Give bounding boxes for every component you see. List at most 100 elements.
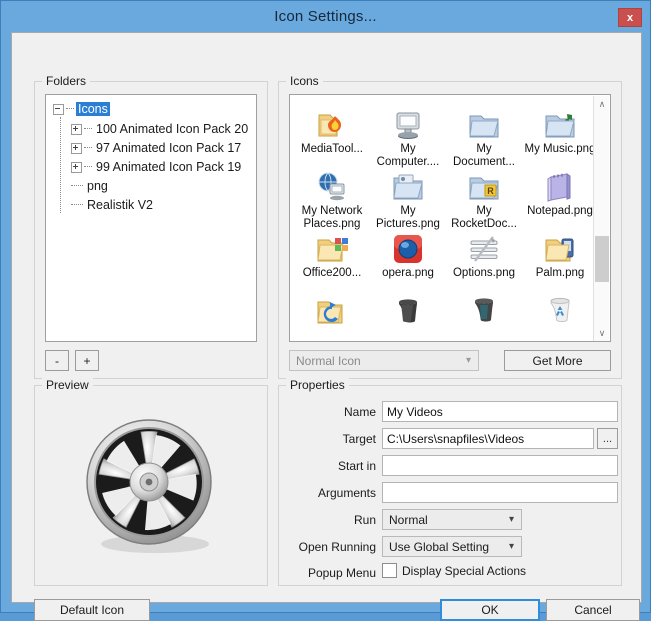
chevron-down-icon: ▾ (508, 541, 514, 552)
preview-area (35, 386, 267, 585)
folder-pictures-icon (370, 161, 446, 203)
icon-item[interactable]: My Document... (446, 99, 522, 169)
icon-settings-window: Icon Settings... x Folders Icons 100 Ani… (0, 0, 651, 621)
icons-group: Icons MediaTool... My Computer.... My Do… (278, 74, 622, 379)
expand-icon[interactable] (71, 142, 82, 154)
start-in-field[interactable] (382, 455, 618, 476)
icon-item[interactable] (294, 285, 370, 329)
icon-item[interactable] (370, 285, 446, 329)
icon-type-select[interactable]: Normal Icon ▾ (289, 350, 479, 371)
close-icon[interactable]: x (618, 8, 642, 27)
run-value: Normal (389, 512, 428, 527)
ok-button[interactable]: OK (440, 599, 540, 621)
preview-group: Preview (34, 378, 268, 586)
tree-item-pack-100[interactable]: 100 Animated Icon Pack 20 (71, 120, 250, 138)
folder-actions: - + (45, 350, 99, 371)
scroll-down-icon[interactable]: ∨ (594, 325, 610, 341)
tree-item-label: Icons (76, 102, 110, 116)
icon-caption: Office200... (302, 267, 362, 279)
icon-item[interactable]: opera.png (370, 223, 446, 280)
collapse-icon[interactable] (53, 103, 64, 115)
tree-item-pack-97[interactable]: 97 Animated Icon Pack 17 (71, 139, 243, 157)
folder-music-icon (522, 99, 598, 141)
popup-menu-label: Popup Menu (307, 566, 376, 580)
icon-item[interactable] (446, 285, 522, 329)
tree-dash (66, 108, 74, 110)
folder-office-icon (294, 223, 370, 265)
tree-item-label: png (87, 179, 108, 193)
tree-item-pack-99[interactable]: 99 Animated Icon Pack 19 (71, 158, 243, 176)
chevron-down-icon: ▾ (508, 514, 514, 525)
default-icon-button[interactable]: Default Icon (34, 599, 150, 621)
target-label: Target (342, 432, 376, 446)
icon-list[interactable]: MediaTool... My Computer.... My Document… (289, 94, 611, 342)
trash-dark-icon (446, 285, 522, 327)
properties-group: Properties Name My Videos Target C:\User… (278, 378, 622, 586)
folder-tree[interactable]: Icons 100 Animated Icon Pack 20 97 Anima… (45, 94, 257, 342)
arguments-field[interactable] (382, 482, 618, 503)
icon-item[interactable]: My Network Places.png (294, 161, 370, 231)
icons-scrollbar[interactable]: ∧ ∨ (593, 96, 610, 341)
folders-group-label: Folders (42, 74, 91, 88)
folder-rocketdock-icon: R (446, 161, 522, 203)
icon-caption: Options.png (452, 267, 515, 279)
window-title: Icon Settings... (274, 8, 377, 25)
icon-type-value: Normal Icon (296, 353, 361, 368)
tree-item-png[interactable]: png (71, 177, 110, 195)
name-field[interactable]: My Videos (382, 401, 618, 422)
network-globe-icon (294, 161, 370, 203)
scrollbar-thumb[interactable] (595, 236, 609, 282)
chevron-down-icon: ▾ (465, 355, 471, 366)
icon-item[interactable]: Notepad.png (522, 161, 598, 218)
browse-target-button[interactable]: ... (597, 428, 618, 449)
icon-caption: MediaTool... (300, 143, 363, 155)
title-bar: Icon Settings... x (1, 1, 650, 32)
opera-icon (370, 223, 446, 265)
film-reel-icon (86, 418, 212, 553)
icon-item[interactable]: Palm.png (522, 223, 598, 280)
display-special-actions-label: Display Special Actions (402, 563, 527, 578)
icon-caption: My Music.png (524, 143, 596, 155)
display-special-actions-checkbox[interactable] (382, 563, 397, 578)
scroll-up-icon[interactable]: ∧ (594, 96, 610, 113)
tree-item-label: 100 Animated Icon Pack 20 (96, 122, 249, 136)
tree-item-icons[interactable]: Icons (53, 100, 110, 118)
get-more-button[interactable]: Get More (504, 350, 611, 371)
icon-item[interactable] (522, 285, 598, 329)
icon-caption: opera.png (382, 267, 434, 279)
dialog-client-area: Folders Icons 100 Animated Icon Pack 20 (11, 32, 642, 621)
expand-icon[interactable] (71, 123, 82, 135)
recycle-bin-icon (522, 285, 598, 327)
cancel-button[interactable]: Cancel (546, 599, 640, 621)
open-running-value: Use Global Setting (389, 539, 490, 554)
tree-dash (84, 128, 92, 130)
folders-group: Folders Icons 100 Animated Icon Pack 20 (34, 74, 268, 379)
add-folder-button[interactable]: + (75, 350, 99, 371)
run-select[interactable]: Normal ▾ (382, 509, 522, 530)
icon-item[interactable]: My Computer.... (370, 99, 446, 169)
icons-group-label: Icons (286, 74, 323, 88)
icon-item[interactable]: R My RocketDoc... (446, 161, 522, 231)
tree-dash (71, 204, 83, 206)
expand-icon[interactable] (71, 161, 82, 173)
display-special-actions-row[interactable]: Display Special Actions (382, 563, 526, 578)
folder-palm-icon (522, 223, 598, 265)
tree-item-label: 97 Animated Icon Pack 17 (96, 141, 242, 155)
arguments-label: Arguments (317, 486, 376, 500)
open-running-select[interactable]: Use Global Setting ▾ (382, 536, 522, 557)
preview-group-label: Preview (42, 378, 93, 392)
folder-flame-icon (294, 99, 370, 141)
icon-item[interactable]: My Pictures.png (370, 161, 446, 231)
properties-group-label: Properties (286, 378, 349, 392)
icon-item[interactable]: MediaTool... (294, 99, 370, 156)
trash-black-icon (370, 285, 446, 327)
tree-item-realistik[interactable]: Realistik V2 (71, 196, 155, 214)
icon-item[interactable]: My Music.png (522, 99, 598, 156)
options-sliders-icon (446, 223, 522, 265)
target-field[interactable]: C:\Users\snapfiles\Videos (382, 428, 594, 449)
remove-folder-button[interactable]: - (45, 350, 69, 371)
icon-item[interactable]: Office200... (294, 223, 370, 280)
start-in-label: Start in (337, 459, 376, 473)
icon-item[interactable]: Options.png (446, 223, 522, 280)
tree-dash (84, 147, 92, 149)
